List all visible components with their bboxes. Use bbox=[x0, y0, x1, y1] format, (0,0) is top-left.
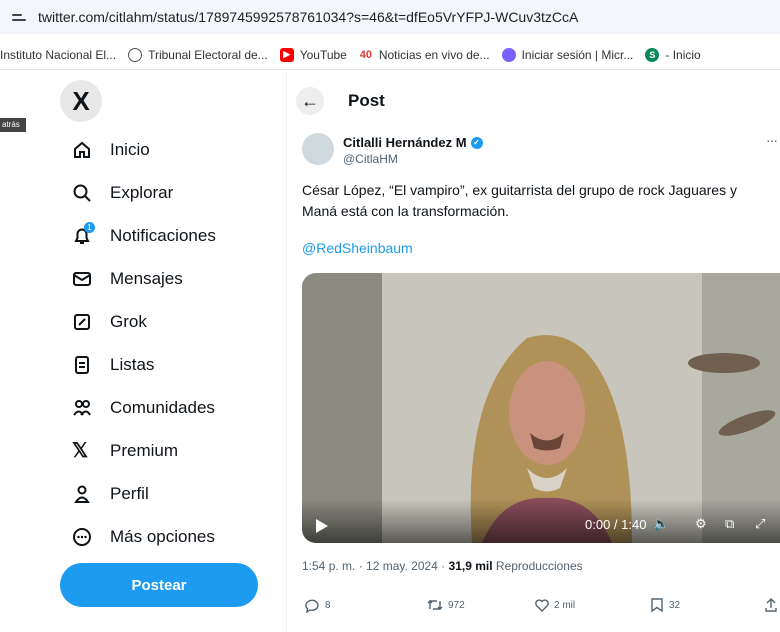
sidebar-item-listas[interactable]: Listas bbox=[60, 343, 280, 386]
news-icon: 40 bbox=[358, 47, 373, 62]
bookmark-sharepoint[interactable]: S- Inicio bbox=[645, 47, 701, 62]
author-name[interactable]: Citlalli Hernández M ✓ bbox=[343, 135, 483, 150]
reply-icon bbox=[305, 599, 319, 613]
microsoft-icon bbox=[501, 47, 516, 62]
play-icon[interactable] bbox=[316, 519, 328, 533]
bookmark-button[interactable]: 32 bbox=[650, 597, 680, 613]
tweet-actions: 8 972 2 mil 32 bbox=[302, 597, 780, 621]
mail-icon bbox=[72, 267, 102, 291]
bookmark-tribunal[interactable]: Tribunal Electoral de... bbox=[128, 47, 268, 62]
youtube-icon: ▶ bbox=[279, 47, 294, 62]
bookmark-ine[interactable]: Instituto Nacional El... bbox=[0, 48, 116, 62]
reply-button[interactable]: 8 bbox=[304, 597, 331, 613]
globe-icon bbox=[128, 47, 143, 62]
video-time: 0:00 / 1:40 bbox=[585, 517, 647, 532]
avatar[interactable] bbox=[302, 133, 334, 165]
sidebar-item-grok[interactable]: Grok bbox=[60, 300, 280, 343]
video-controls: 0:00 / 1:40 🔈 ⚙ ⧉ ⤢ bbox=[302, 499, 780, 543]
tweet-text: César López, “El vampiro”, ex guitarrist… bbox=[302, 182, 737, 219]
sidebar-item-notificaciones[interactable]: 1 Notificaciones bbox=[60, 214, 280, 257]
bookmark-noticias[interactable]: 40 Noticias en vivo de... bbox=[358, 47, 490, 62]
sidebar-item-label: Notificaciones bbox=[110, 225, 216, 245]
mention-link[interactable]: @RedSheinbaum bbox=[302, 240, 413, 256]
column-divider bbox=[286, 72, 287, 632]
repost-button[interactable]: 972 bbox=[426, 597, 465, 613]
search-icon bbox=[72, 181, 102, 205]
sharepoint-icon: S bbox=[645, 47, 660, 62]
sidebar-item-perfil[interactable]: Perfil bbox=[60, 472, 280, 515]
communities-icon bbox=[72, 396, 102, 420]
site-settings-icon[interactable] bbox=[12, 9, 28, 25]
more-circle-icon bbox=[72, 525, 102, 549]
share-icon bbox=[765, 598, 777, 612]
back-arrow-icon[interactable]: ← bbox=[296, 87, 324, 115]
volume-icon[interactable]: 🔈 bbox=[653, 516, 669, 532]
heart-icon bbox=[535, 599, 549, 612]
sidebar-item-label: Explorar bbox=[110, 182, 174, 202]
pip-icon[interactable]: ⧉ bbox=[725, 516, 734, 532]
sidebar-item-label: Inicio bbox=[110, 139, 150, 159]
views-label: Reproducciones bbox=[495, 559, 583, 573]
sidebar-item-label: Perfil bbox=[110, 483, 149, 503]
page-title: Post bbox=[348, 91, 385, 110]
home-icon bbox=[72, 138, 102, 162]
timestamp[interactable]: 1:54 p. m. · 12 may. 2024 · bbox=[302, 559, 445, 573]
bookmark-microsoft[interactable]: Iniciar sesión | Micr... bbox=[501, 47, 633, 62]
bookmark-youtube[interactable]: ▶ YouTube bbox=[279, 47, 347, 62]
bookmarks-bar: Instituto Nacional El... Tribunal Electo… bbox=[0, 40, 780, 70]
author-handle[interactable]: @CitlaHM bbox=[343, 152, 398, 166]
sidebar-item-label: Listas bbox=[110, 354, 155, 374]
url-text[interactable]: twitter.com/citlahm/status/1789745992578… bbox=[38, 9, 578, 25]
address-bar[interactable]: twitter.com/citlahm/status/1789745992578… bbox=[0, 0, 780, 34]
x-logo-icon[interactable]: X bbox=[60, 80, 102, 122]
tweet-meta: 1:54 p. m. · 12 may. 2024 · 31,9 mil Rep… bbox=[302, 559, 583, 573]
more-options-icon[interactable]: ··· bbox=[766, 132, 778, 148]
sidebar-item-explorar[interactable]: Explorar bbox=[60, 171, 280, 214]
post-button[interactable]: Postear bbox=[60, 563, 258, 607]
sidebar-item-mas-opciones[interactable]: Más opciones bbox=[60, 515, 280, 558]
bookmark-icon bbox=[651, 598, 663, 613]
sidebar-item-comunidades[interactable]: Comunidades bbox=[60, 386, 280, 429]
settings-icon[interactable]: ⚙ bbox=[695, 516, 707, 532]
notification-badge: 1 bbox=[84, 221, 95, 233]
x-premium-icon: 𝕏 bbox=[72, 440, 89, 462]
video-player[interactable]: 0:00 / 1:40 🔈 ⚙ ⧉ ⤢ bbox=[302, 273, 780, 543]
grok-icon bbox=[72, 310, 102, 334]
sidebar-item-mensajes[interactable]: Mensajes bbox=[60, 257, 280, 300]
views-count: 31,9 mil bbox=[448, 559, 493, 573]
sidebar-item-premium[interactable]: 𝕏 Premium bbox=[60, 429, 280, 472]
sidebar-item-label: Más opciones bbox=[110, 526, 215, 546]
fullscreen-icon[interactable]: ⤢ bbox=[755, 516, 765, 532]
verified-badge-icon: ✓ bbox=[470, 136, 483, 149]
sidebar-item-label: Grok bbox=[110, 311, 147, 331]
bell-icon: 1 bbox=[72, 221, 102, 248]
back-tab-tag: atrás bbox=[0, 118, 26, 132]
person-icon bbox=[72, 482, 102, 506]
sidebar-item-label: Premium bbox=[110, 440, 179, 460]
sidebar-item-label: Comunidades bbox=[110, 397, 215, 417]
sidebar-nav: Inicio Explorar 1 Notificaciones Mensaje… bbox=[60, 128, 280, 558]
post-header: ← Post bbox=[296, 84, 385, 118]
sidebar-item-inicio[interactable]: Inicio bbox=[60, 128, 280, 171]
share-button[interactable] bbox=[764, 597, 778, 613]
like-button[interactable]: 2 mil bbox=[534, 597, 575, 613]
list-icon bbox=[72, 353, 102, 377]
repost-icon bbox=[427, 600, 443, 610]
sidebar-item-label: Mensajes bbox=[110, 268, 183, 288]
